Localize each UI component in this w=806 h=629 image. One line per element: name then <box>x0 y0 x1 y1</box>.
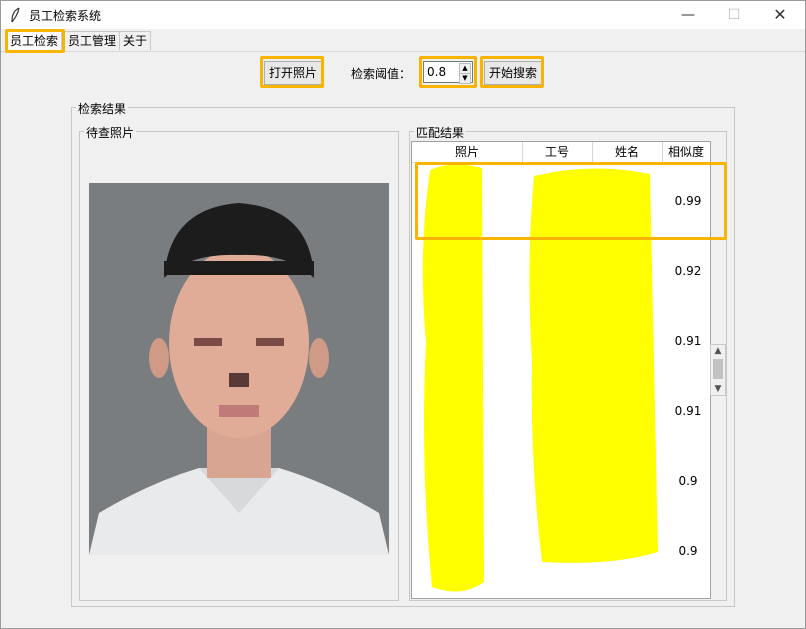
scroll-up-icon[interactable]: ▲ <box>711 345 725 357</box>
query-photo-title: 待查照片 <box>84 124 137 141</box>
start-search-button[interactable]: 开始搜索 <box>484 61 542 85</box>
scroll-down-icon[interactable]: ▼ <box>711 383 725 395</box>
window-title: 员工检索系统 <box>29 9 102 23</box>
column-header-similarity[interactable]: 相似度 <box>662 142 710 162</box>
close-button[interactable]: ✕ <box>757 1 803 29</box>
results-scrollbar[interactable]: ▲ ▼ <box>710 344 726 396</box>
spin-down-icon[interactable]: ▼ <box>459 73 471 84</box>
column-header-photo[interactable]: 照片 <box>412 142 523 162</box>
tab-bar: 员工检索 员工管理 关于 <box>1 29 805 52</box>
app-window: 员工检索系统 — ☐ ✕ 员工检索 员工管理 关于 打开照片 检索阈值： 0.8… <box>0 0 806 629</box>
query-photo-frame: 待查照片 <box>79 124 399 601</box>
scroll-thumb[interactable] <box>713 359 723 379</box>
person-portrait-image <box>89 183 389 555</box>
column-header-employee-id[interactable]: 工号 <box>522 142 593 162</box>
query-photo <box>89 183 389 555</box>
open-photo-button[interactable]: 打开照片 <box>264 61 322 85</box>
threshold-label: 检索阈值： <box>351 67 412 81</box>
threshold-spinbox[interactable]: 0.8 ▲ ▼ <box>423 61 473 84</box>
redaction-overlay <box>422 164 658 592</box>
results-title: 检索结果 <box>76 100 129 117</box>
table-header: 照片 工号 姓名 相似度 <box>412 142 710 163</box>
results-table[interactable]: 照片 工号 姓名 相似度 0.99 0.92 0.91 0.91 0.9 0.9 <box>411 141 711 599</box>
match-results-title: 匹配结果 <box>414 124 467 141</box>
column-header-name[interactable]: 姓名 <box>592 142 663 162</box>
match-results-frame: 匹配结果 照片 工号 姓名 相似度 0.99 0.92 0.91 0.91 0.… <box>409 124 727 601</box>
minimize-button[interactable]: — <box>665 1 711 29</box>
feather-icon <box>11 7 20 23</box>
tab-about[interactable]: 关于 <box>119 31 152 50</box>
tab-employee-search[interactable]: 员工检索 <box>6 31 63 50</box>
title-bar: 员工检索系统 — ☐ ✕ <box>1 1 805 29</box>
threshold-value: 0.8 <box>427 65 447 79</box>
maximize-button[interactable]: ☐ <box>711 1 757 29</box>
tab-employee-management[interactable]: 员工管理 <box>64 31 121 50</box>
